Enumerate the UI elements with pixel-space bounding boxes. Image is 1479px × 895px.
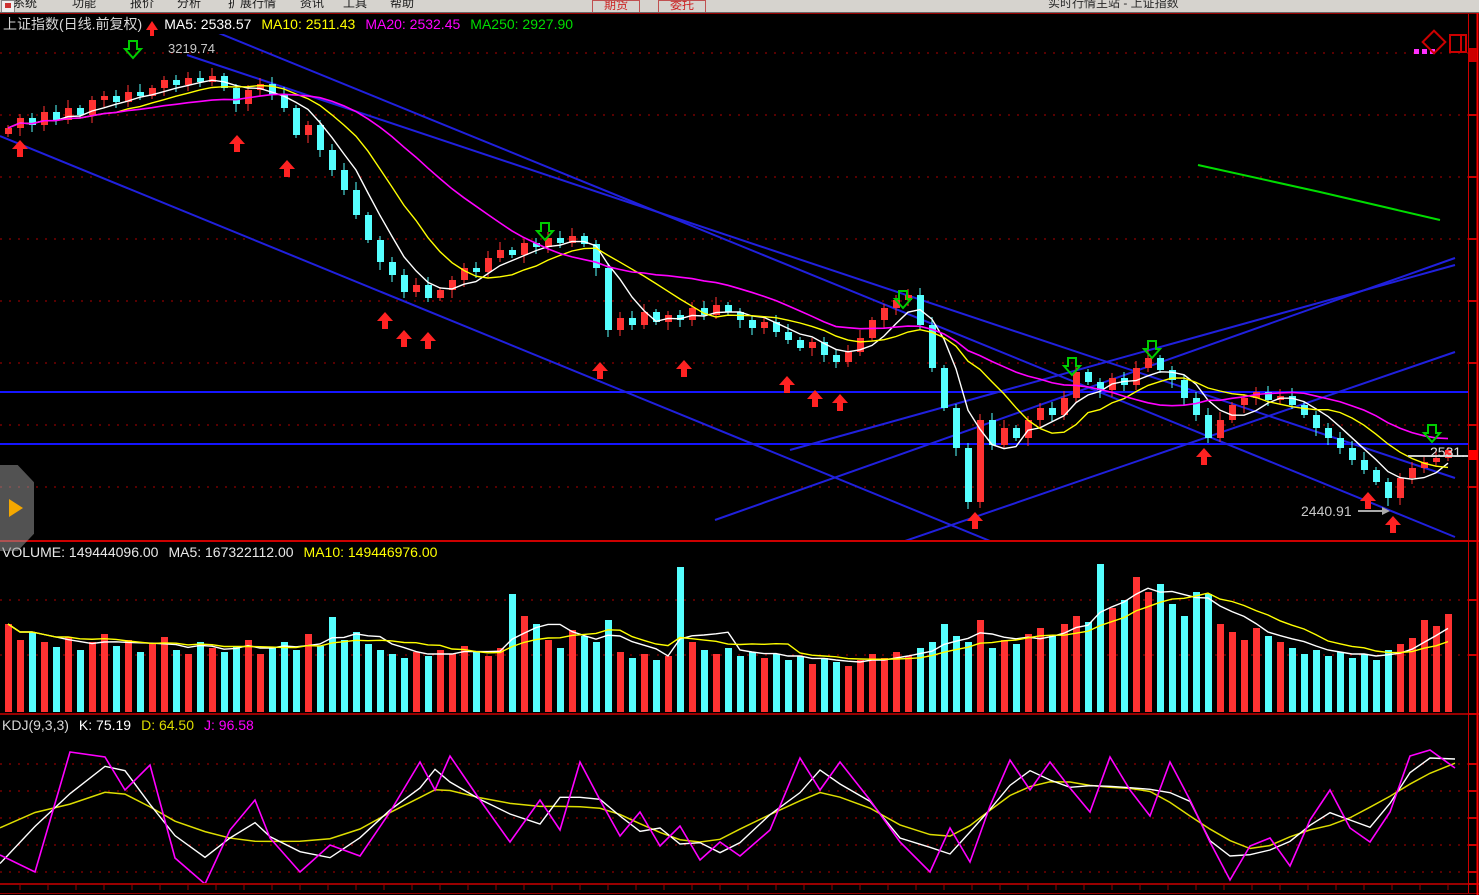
kdj-label-1: K: 75.19 (79, 717, 131, 733)
kdj-label-0: KDJ(9,3,3) (2, 717, 69, 733)
expand-arrow-icon (9, 499, 23, 517)
menu-item-4[interactable]: 扩展行情 (228, 0, 276, 11)
menu-red-button-0[interactable]: 期货 (592, 0, 640, 13)
menu-bar: 系统 功能 报价 分析 扩展行情 资讯 工具 帮助 期货 委托 实时行情主站 - 上证指数 (0, 0, 1479, 13)
menu-item-1[interactable]: 功能 (72, 0, 96, 11)
menu-item-3[interactable]: 分析 (177, 0, 201, 11)
menu-item-7[interactable]: 帮助 (390, 0, 414, 11)
menu-item-2[interactable]: 报价 (130, 0, 154, 11)
volume-label-2: MA10: 149446976.00 (304, 544, 438, 560)
menu-item-6[interactable]: 工具 (343, 0, 367, 11)
trough-price-label: 2440.91 (1301, 503, 1352, 519)
feed-status-text: 实时行情主站 - 上证指数 (1048, 0, 1179, 11)
menu-item-5[interactable]: 资讯 (300, 0, 324, 11)
axis-frame (0, 13, 1479, 895)
kdj-label-3: J: 96.58 (204, 717, 254, 733)
candlestick-series (5, 68, 1452, 509)
volume-header: VOLUME: 149444096.00 MA5: 167322112.00 MA1… (2, 544, 447, 560)
volume-label-1: MA5: 167322112.00 (168, 544, 293, 560)
kdj-lines (0, 750, 1455, 884)
ma250-line (1198, 165, 1440, 220)
peak-price-label: 3219.74 (168, 41, 215, 56)
menu-item-0[interactable]: 系统 (13, 0, 37, 11)
kdj-label-2: D: 64.50 (141, 717, 194, 733)
volume-bars (5, 564, 1452, 712)
menu-red-button-1[interactable]: 委托 (658, 0, 706, 13)
sidebar-expand-tab[interactable] (0, 465, 34, 551)
chart-canvas[interactable] (0, 13, 1479, 895)
volume-label-0: VOLUME: 149444096.00 (2, 544, 158, 560)
restore-window-icon[interactable] (1449, 34, 1467, 53)
trendlines (0, 13, 1468, 541)
trading-app-window: { "colors":{"up":"#ff3232","down":"#55ff… (0, 0, 1479, 895)
kdj-header: KDJ(9,3,3) K: 75.19 D: 64.50 J: 96.58 (2, 717, 264, 733)
last-price-label: 2531. (1430, 444, 1465, 460)
chart-window[interactable]: 上证指数(日线.前复权)MA5: 2538.57MA10: 2511.43MA2… (0, 13, 1479, 895)
